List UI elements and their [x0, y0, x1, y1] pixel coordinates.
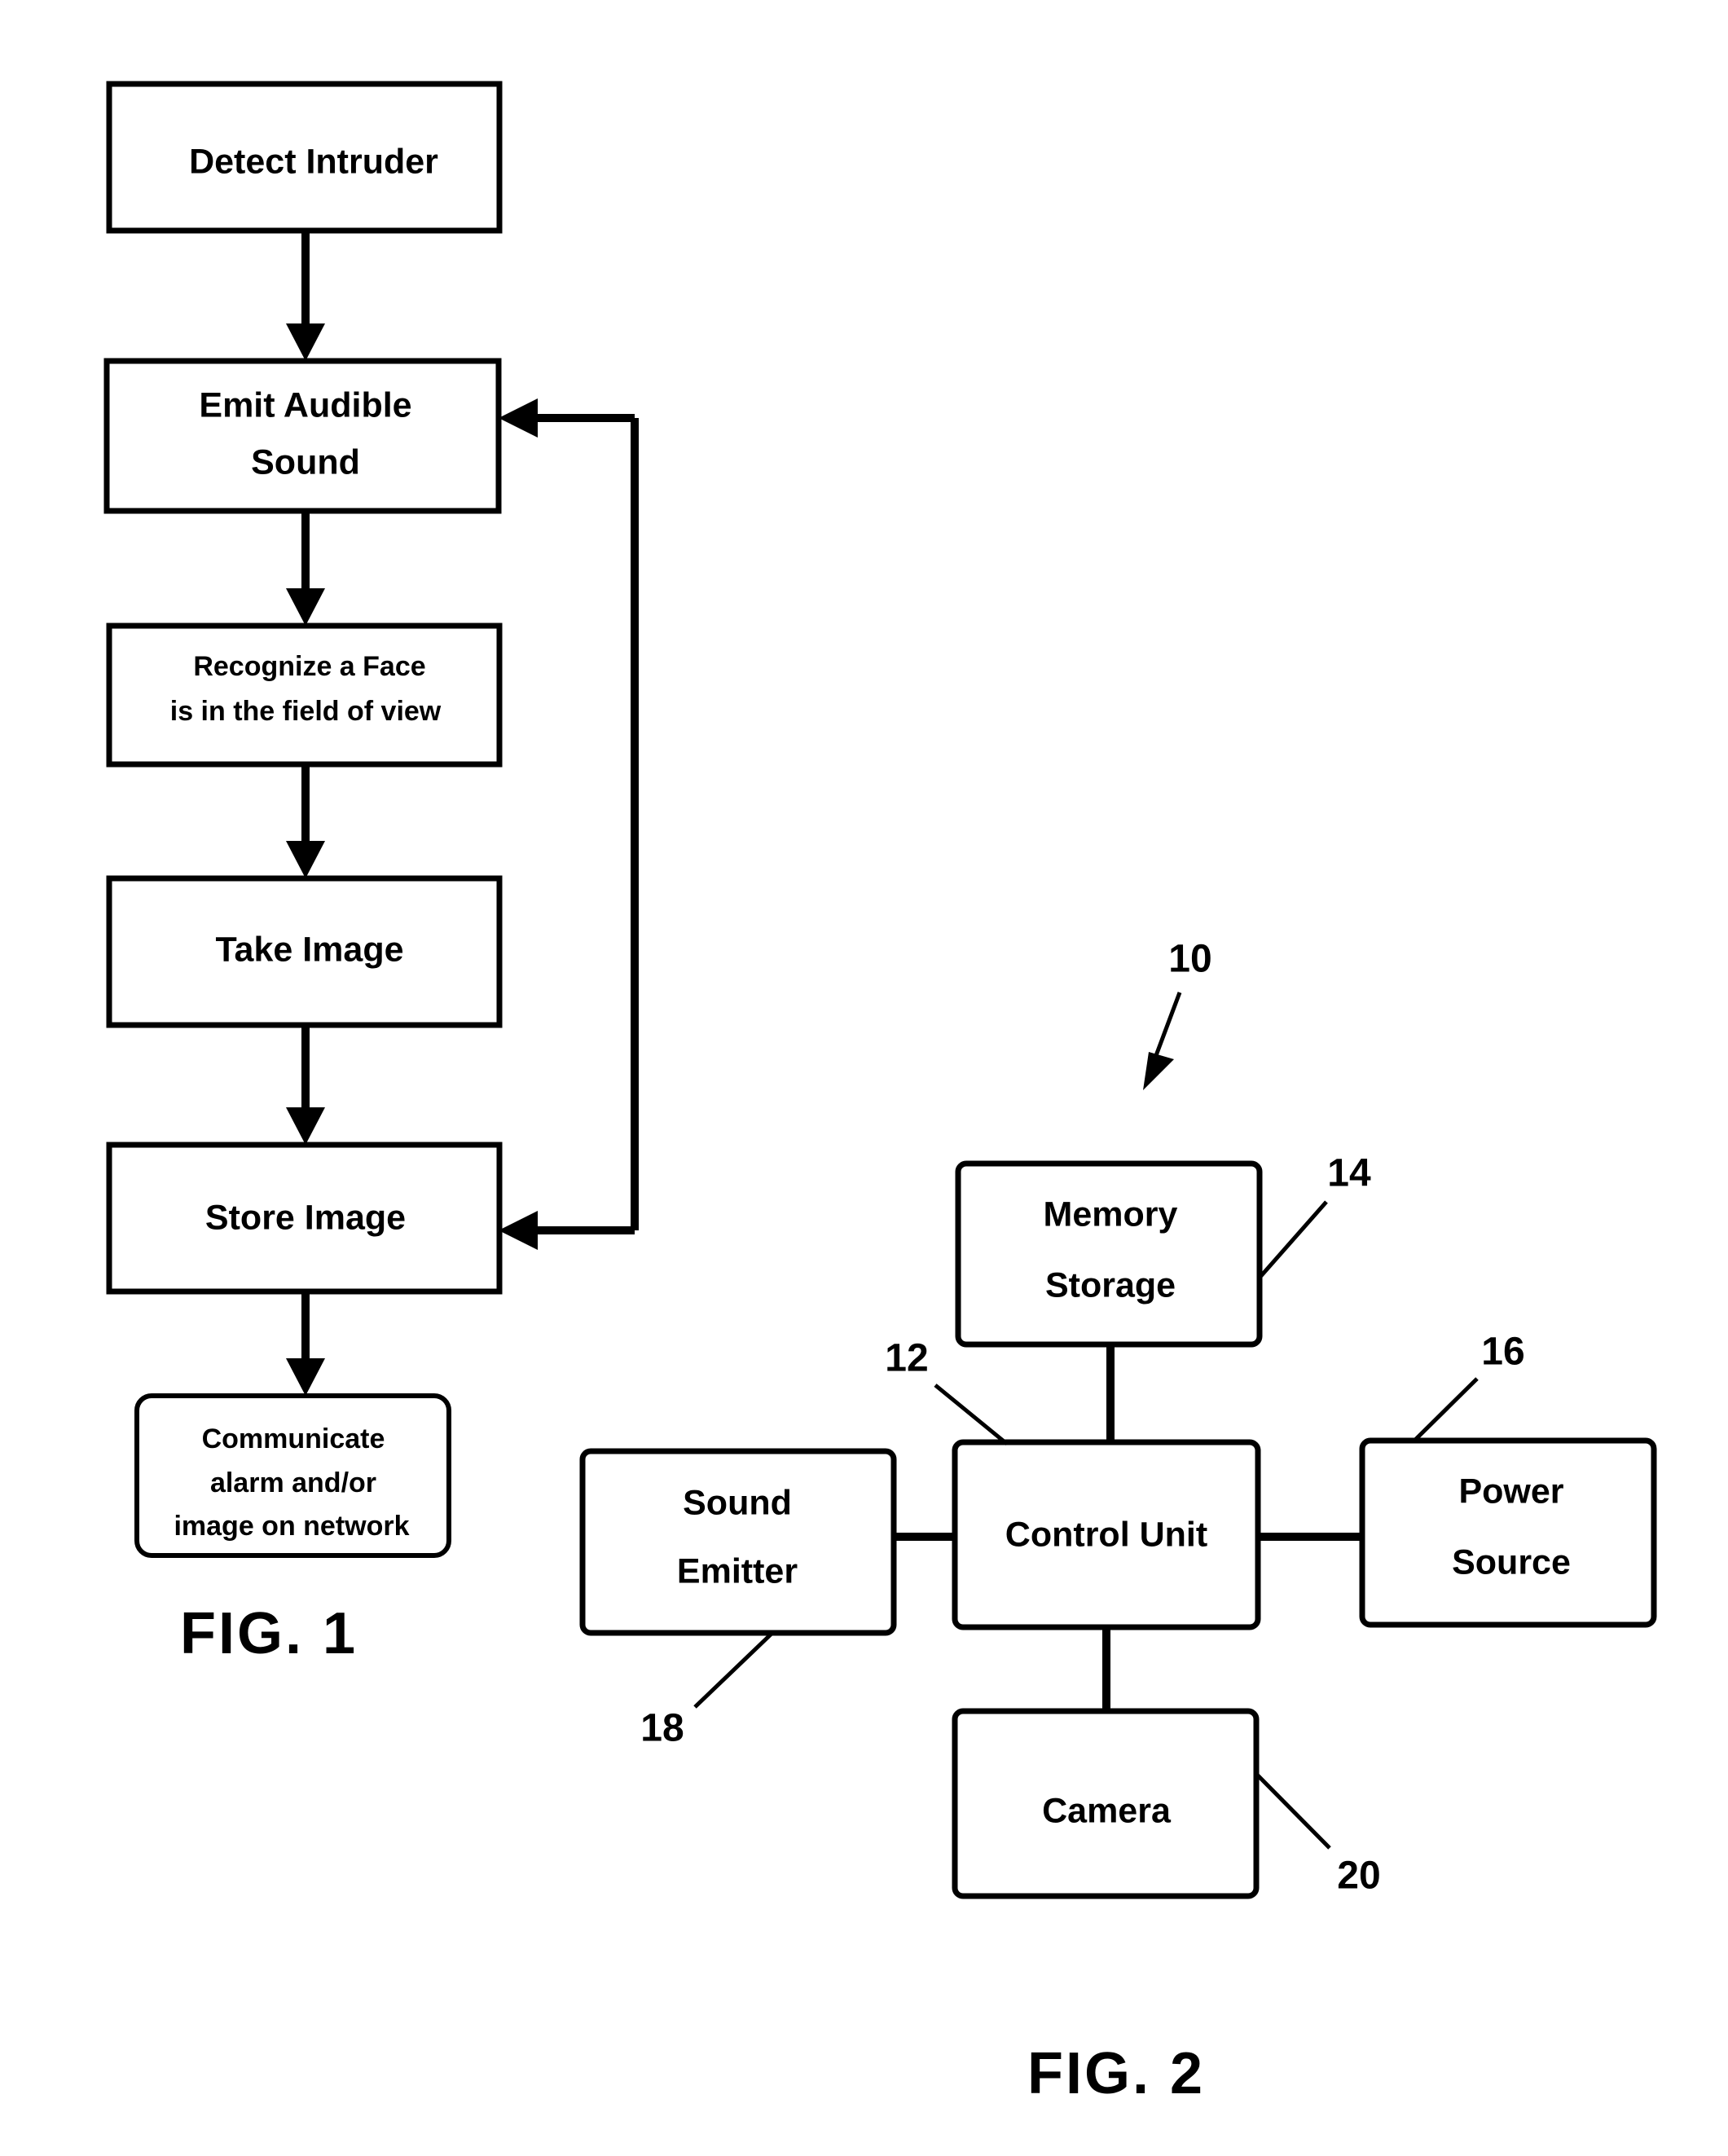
block-box-memory-storage[interactable]	[955, 1160, 1263, 1348]
block-sound-emitter[interactable]: Sound Emitter	[579, 1448, 897, 1636]
figure-1-caption: FIG. 1	[180, 1601, 358, 1666]
block-memory-storage[interactable]: Memory Storage	[955, 1160, 1263, 1348]
block-label-sound-emitter-line1: Sound	[683, 1483, 792, 1522]
system-reference-10: 10	[1143, 938, 1212, 1090]
flow-step-emit-audible-sound[interactable]: Emit Audible Sound	[103, 358, 502, 514]
flow-label-detect-intruder: Detect Intruder	[189, 142, 438, 181]
ref-label-18: 18	[640, 1707, 684, 1750]
flow-step-detect-intruder[interactable]: Detect Intruder	[106, 81, 503, 234]
flow-label-recognize-face-line1: Recognize a Face	[193, 651, 425, 682]
flow-label-emit-audible-sound-line2: Sound	[251, 442, 360, 482]
block-box-sound-emitter[interactable]	[579, 1448, 897, 1636]
flow-arrow-detect-to-emit	[286, 231, 325, 361]
ref-label-10: 10	[1168, 938, 1211, 981]
ref-label-20: 20	[1337, 1855, 1380, 1898]
block-control-unit[interactable]: Control Unit	[952, 1439, 1261, 1630]
figure-2-group: 10 Memory Storage 14 Control Unit 12 Sou…	[579, 938, 1657, 2106]
figures-canvas: Detect Intruder Emit Audible Sound Recog…	[103, 81, 1657, 2106]
flow-label-communicate-line3: image on network	[174, 1511, 409, 1542]
flow-step-store-image[interactable]: Store Image	[106, 1142, 503, 1295]
block-label-camera: Camera	[1042, 1791, 1172, 1830]
flow-label-communicate-line1: Communicate	[202, 1423, 385, 1454]
block-camera[interactable]: Camera	[952, 1708, 1260, 1899]
figure-2-caption: FIG. 2	[1027, 2041, 1205, 2106]
leader-ref-18: 18	[640, 1632, 773, 1750]
block-label-control-unit: Control Unit	[1005, 1515, 1207, 1554]
flow-arrow-take-to-store	[286, 1025, 325, 1145]
flow-arrow-recognize-to-take	[286, 764, 325, 878]
block-power-source[interactable]: Power Source	[1359, 1437, 1657, 1628]
flow-feedback-loop	[499, 398, 639, 1250]
ref-label-12: 12	[885, 1337, 928, 1380]
flow-box-emit-audible-sound[interactable]	[103, 358, 502, 514]
flow-arrow-emit-to-recognize	[286, 511, 325, 626]
flow-label-store-image: Store Image	[205, 1198, 406, 1237]
leader-ref-12: 12	[885, 1337, 1009, 1445]
block-label-memory-storage-line2: Storage	[1045, 1265, 1176, 1305]
block-label-sound-emitter-line2: Emitter	[677, 1551, 798, 1591]
patent-figure-page: Detect Intruder Emit Audible Sound Recog…	[0, 0, 1728, 2156]
flow-arrow-store-to-communicate	[286, 1291, 325, 1396]
ref-label-14: 14	[1327, 1152, 1371, 1195]
leader-ref-14: 14	[1258, 1152, 1371, 1279]
flow-label-emit-audible-sound-line1: Emit Audible	[199, 385, 411, 425]
block-label-power-source-line1: Power	[1458, 1472, 1563, 1511]
ref-label-16: 16	[1481, 1331, 1524, 1374]
flow-step-communicate-alarm[interactable]: Communicate alarm and/or image on networ…	[134, 1393, 451, 1558]
leader-ref-16: 16	[1413, 1331, 1525, 1442]
flow-label-communicate-line2: alarm and/or	[210, 1467, 376, 1498]
flow-step-recognize-face[interactable]: Recognize a Face is in the field of view	[106, 623, 503, 768]
flow-label-recognize-face-line2: is in the field of view	[170, 696, 442, 727]
flow-step-take-image[interactable]: Take Image	[106, 875, 503, 1028]
block-label-power-source-line2: Source	[1452, 1542, 1571, 1582]
figure-1-group: Detect Intruder Emit Audible Sound Recog…	[103, 81, 639, 1666]
leader-ref-20: 20	[1255, 1772, 1381, 1898]
block-box-power-source[interactable]	[1359, 1437, 1657, 1628]
block-label-memory-storage-line1: Memory	[1044, 1195, 1178, 1234]
flow-label-take-image: Take Image	[215, 930, 403, 969]
